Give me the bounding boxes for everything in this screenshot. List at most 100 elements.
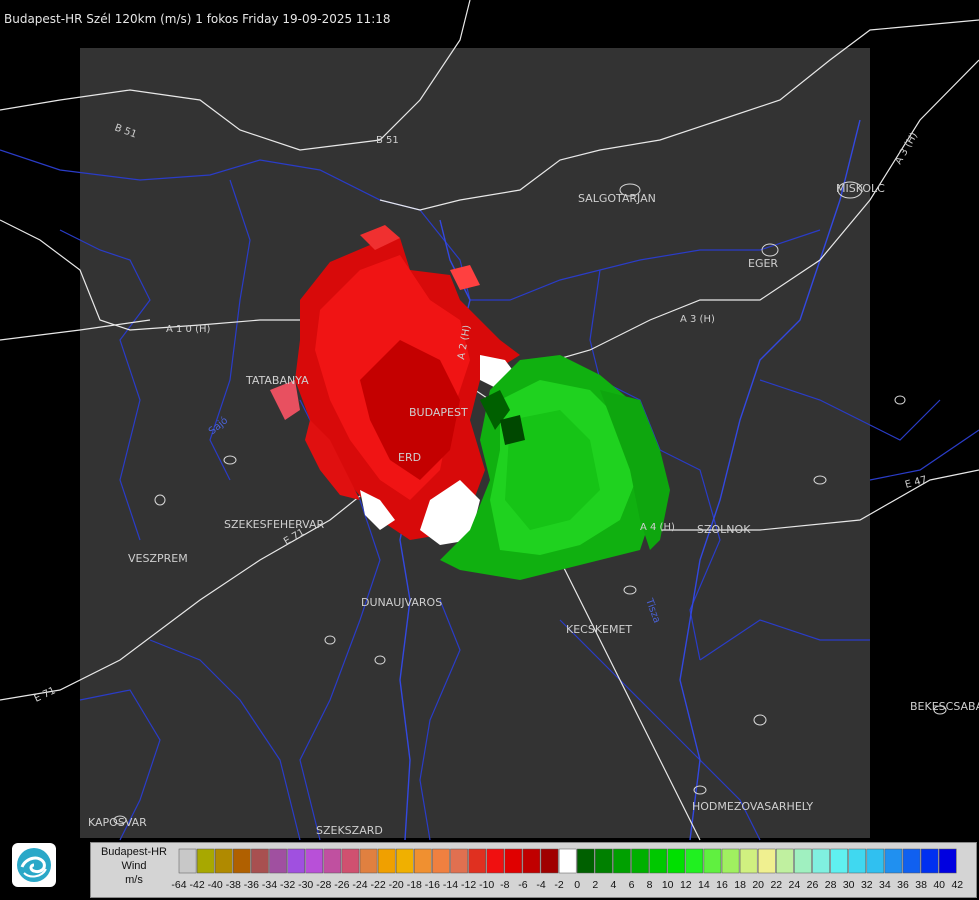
- legend-swatch: [848, 848, 867, 874]
- legend-tick-label: 32: [861, 879, 873, 891]
- legend-swatch: [703, 848, 722, 874]
- legend-swatch: [269, 848, 287, 874]
- omsz-logo-icon: [12, 843, 56, 887]
- legend-tick-label: -34: [262, 879, 277, 891]
- legend-tick-label: -2: [554, 879, 563, 891]
- legend-swatch: [685, 848, 704, 874]
- legend-swatch: [902, 848, 921, 874]
- legend-swatch: [739, 848, 758, 874]
- legend-tick-label: -10: [479, 879, 494, 891]
- legend-swatch: [504, 848, 523, 874]
- legend-swatch: [214, 848, 233, 874]
- legend-swatch: [866, 848, 885, 874]
- legend-tick-label: -22: [371, 879, 386, 891]
- legend-swatch: [757, 848, 776, 874]
- legend-swatch: [251, 848, 269, 874]
- city-label: BEKESCSABA: [910, 700, 979, 713]
- legend-tick-label: -32: [280, 879, 295, 891]
- city-label: MISKOLC: [836, 182, 885, 195]
- city-label: ERD: [398, 451, 421, 464]
- legend-tick-label: 30: [843, 879, 855, 891]
- city-label: EGER: [748, 257, 778, 270]
- city-label: SZEKSZARD: [316, 824, 383, 837]
- legend-tick-label: 10: [662, 879, 674, 891]
- legend-swatch: [486, 848, 505, 874]
- legend-tick-label: 24: [789, 879, 801, 891]
- color-legend: Budapest-HR Wind m/s -64 -42 -40 -38 -36 -34-…: [90, 842, 977, 898]
- legend-swatch: [540, 848, 559, 874]
- legend-tick-label: 36: [897, 879, 909, 891]
- legend-tick-label: 26: [807, 879, 819, 891]
- legend-swatch: [794, 848, 812, 874]
- legend-tick-label: 2: [592, 879, 598, 891]
- legend-scale: -64 -42 -40 -38 -36 -34 -32 -30 -28 -26 -24 -22 -20-…: [171, 848, 963, 891]
- legend-tick-label: 14: [698, 879, 710, 891]
- legend-swatch: [649, 848, 667, 874]
- legend-tick-label: 16: [716, 879, 728, 891]
- city-label: KECSKEMET: [566, 623, 632, 636]
- legend-swatch: [938, 848, 957, 874]
- city-label: KAPOSVAR: [88, 816, 147, 829]
- legend-tick-label: 6: [629, 879, 635, 891]
- legend-swatch: [631, 848, 649, 874]
- legend-tick-label: 22: [770, 879, 782, 891]
- city-label: SZOLNOK: [697, 523, 751, 536]
- road-label: B 51: [376, 135, 399, 146]
- city-label: TATABANYA: [245, 374, 309, 387]
- legend-swatch: [377, 848, 396, 874]
- legend-tick-label: -12: [461, 879, 476, 891]
- legend-tick-label: 8: [647, 879, 653, 891]
- legend-tick-label: 28: [825, 879, 837, 891]
- legend-swatch: [305, 848, 324, 874]
- legend-swatch: [450, 848, 468, 874]
- legend-tick-label: -30: [298, 879, 313, 891]
- legend-tick-label: -40: [208, 879, 223, 891]
- legend-swatch: [812, 848, 830, 874]
- city-label: VESZPREM: [128, 552, 188, 565]
- city-label: DUNAUJVAROS: [361, 596, 442, 609]
- legend-tick-label: -38: [226, 879, 241, 891]
- legend-tick-label: -4: [536, 879, 545, 891]
- city-label: SALGOTARJAN: [578, 192, 656, 205]
- legend-tick-label: 4: [610, 879, 616, 891]
- legend-tick-label: -42: [190, 879, 205, 891]
- legend-tick-label: 40: [933, 879, 945, 891]
- legend-swatch: [323, 848, 342, 874]
- legend-swatch: [576, 848, 595, 874]
- legend-tick-label: -6: [518, 879, 527, 891]
- legend-tick-label: -18: [407, 879, 422, 891]
- legend-tick-label: -36: [244, 879, 259, 891]
- legend-swatch: [359, 848, 378, 874]
- legend-tick-label: 42: [951, 879, 963, 891]
- legend-swatch: [522, 848, 541, 874]
- legend-tick-label: 18: [734, 879, 746, 891]
- legend-tick-label: -26: [334, 879, 349, 891]
- legend-swatch: [613, 848, 631, 874]
- road-label: A 4 (H): [640, 522, 675, 533]
- legend-tick-label: -8: [500, 879, 509, 891]
- legend-swatch: [468, 848, 486, 874]
- legend-swatch: [341, 848, 360, 874]
- legend-swatch: [233, 848, 251, 874]
- legend-tick-label: -16: [425, 879, 440, 891]
- legend-swatch: [558, 848, 577, 874]
- legend-tick-label: -20: [389, 879, 404, 891]
- legend-tick-label: 12: [680, 879, 692, 891]
- legend-tick-label: 38: [915, 879, 927, 891]
- legend-tick-label: 34: [879, 879, 891, 891]
- legend-tick-label: -24: [352, 879, 367, 891]
- road-label: E 71: [33, 685, 58, 704]
- road-label: A 3 (H): [680, 314, 715, 325]
- road-label: A 3 (H): [893, 131, 920, 167]
- city-label: SZEKESFEHERVAR: [224, 518, 325, 531]
- legend-tick-label: -64: [171, 879, 186, 891]
- road-label: A 1 0 (H): [166, 324, 211, 335]
- legend-swatch: [721, 848, 740, 874]
- legend-swatch: [196, 848, 215, 874]
- legend-swatch: [884, 848, 903, 874]
- city-label: HODMEZOVASARHELY: [692, 800, 813, 813]
- legend-swatch: [776, 848, 794, 874]
- legend-swatch: [667, 848, 686, 874]
- legend-swatch: [395, 848, 414, 874]
- radar-map[interactable]: SALGOTARJAN MISKOLC EGER TATABANYA BUDAP…: [0, 0, 979, 900]
